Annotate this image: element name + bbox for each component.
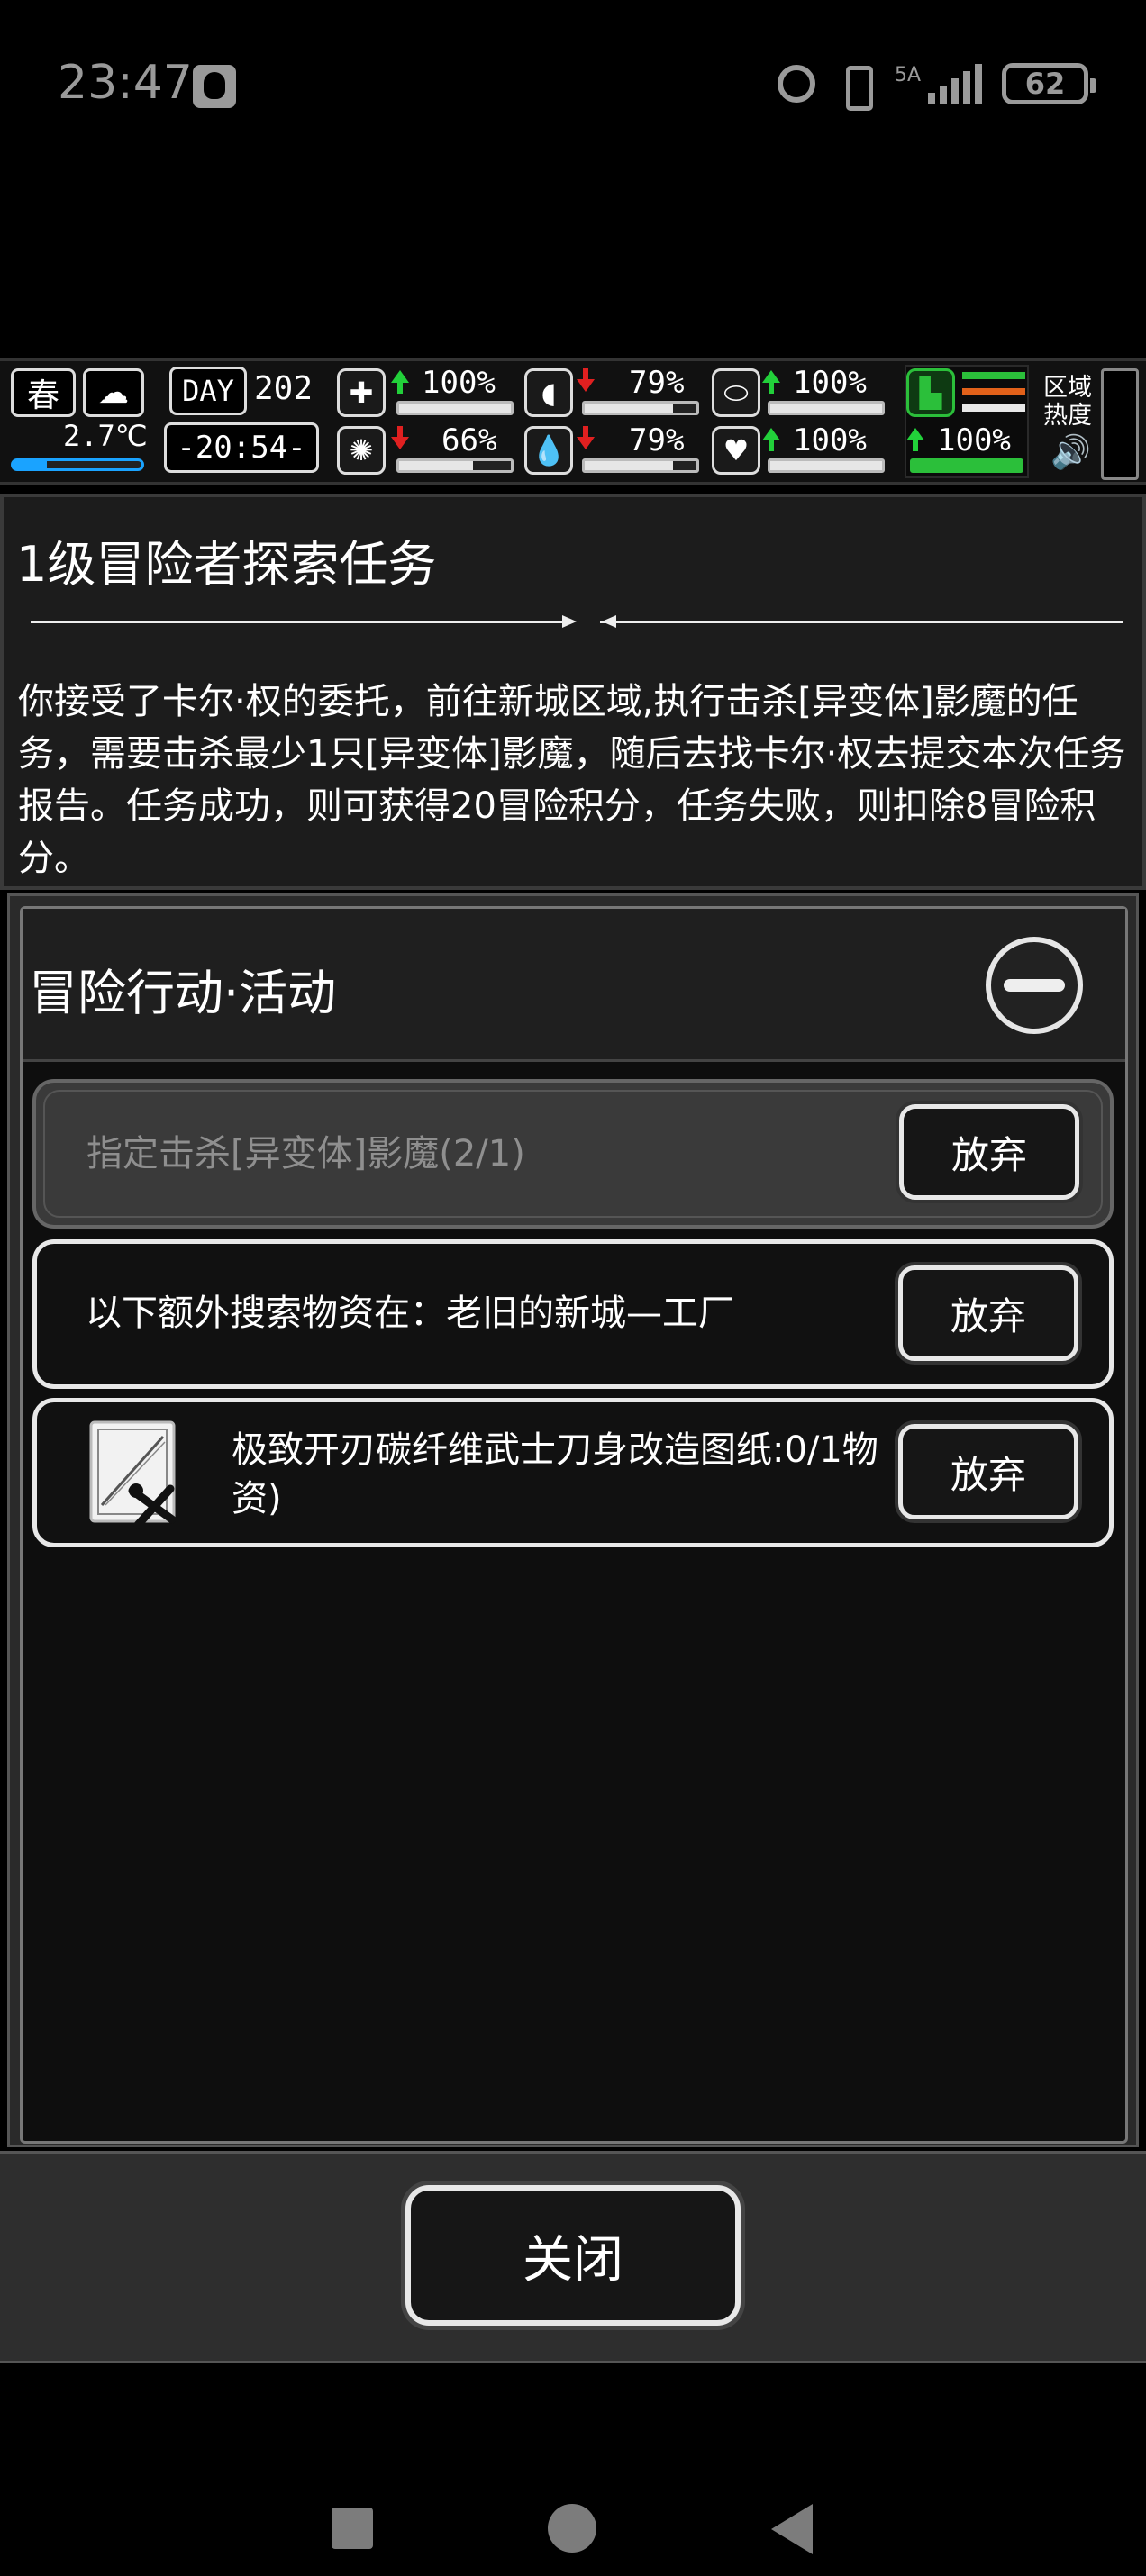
boot-icon: ▙ [906, 368, 955, 417]
task-text: 极致开刃碳纤维武士刀身改造图纸:0/1物资) [232, 1429, 878, 1519]
day-number: 202 [254, 370, 314, 407]
clock-display: -20:54- [164, 422, 319, 473]
cloud-icon: ☁ [83, 368, 144, 417]
clock-time: -20:54- [177, 430, 306, 466]
quest-title: 1级冒险者探索任务 [16, 536, 437, 593]
task-row: 极致开刃碳纤维武士刀身改造图纸:0/1物资) 放弃 [32, 1398, 1114, 1547]
mood-bar [768, 458, 885, 473]
abandon-button[interactable]: 放弃 [898, 1265, 1078, 1361]
alarm-icon [777, 65, 815, 103]
heart-icon: ♥ [712, 426, 760, 475]
collapse-button[interactable] [986, 937, 1083, 1034]
recent-apps-button[interactable] [332, 2508, 373, 2549]
quest-description: 你接受了卡尔·权的委托，前往新城区域,执行击杀[异变体]影魔的任务，需要击杀最少… [18, 681, 1126, 879]
status-time: 23:47 [58, 56, 193, 110]
trend-up-icon [762, 428, 780, 451]
speed-line-green [962, 372, 1025, 379]
abandon-button[interactable]: 放弃 [899, 1104, 1079, 1200]
stat-value: 100% [793, 422, 867, 458]
qq-notification-icon [193, 65, 236, 108]
quest-panel: 1级冒险者探索任务 你接受了卡尔·权的委托，前往新城区域,执行击杀[异变体]影魔… [0, 494, 1146, 890]
speaker-icon[interactable]: 🔊 [1050, 433, 1091, 471]
health-bar [396, 401, 514, 415]
temperature-bar [11, 458, 144, 471]
task-row: 以下额外搜索物资在：老旧的新城—工厂 放弃 [32, 1239, 1114, 1389]
vibrate-icon [835, 64, 875, 111]
stat-value: 79% [629, 422, 685, 458]
task-text: 指定击杀[异变体]影魔(2/1) [86, 1133, 525, 1175]
trend-up-icon [906, 428, 924, 451]
trend-up-icon [391, 370, 409, 394]
status-bar: 23:47 5A 62 [0, 0, 1146, 171]
status-icons: 5A 62 [777, 63, 1096, 111]
battery-level: 62 [1024, 67, 1066, 101]
brain-icon: ✺ [337, 426, 386, 475]
stat-value: 100% [937, 422, 1011, 458]
stamina-bar [768, 401, 885, 415]
trend-down-icon [391, 426, 409, 449]
first-aid-icon: ✚ [337, 368, 386, 417]
title-divider [31, 612, 1123, 630]
season-label: 春 [26, 377, 59, 414]
trend-up-icon [762, 370, 780, 394]
sanity-bar [396, 458, 514, 473]
stat-value: 100% [793, 365, 867, 401]
actions-title: 冒险行动·活动 [29, 965, 337, 1021]
stat-value: 66% [441, 422, 497, 458]
day-badge: DAY [169, 367, 247, 415]
task-text: 以下额外搜索物资在：老旧的新城—工厂 [86, 1293, 734, 1334]
battery-icon: 62 [1002, 63, 1096, 104]
movement-bar [910, 458, 1023, 473]
pill-icon: ⬭ [712, 368, 760, 417]
signal-icon [928, 64, 982, 104]
abandon-button[interactable]: 放弃 [898, 1424, 1078, 1519]
hunger-bar [582, 401, 699, 415]
network-type: 5A [894, 63, 921, 86]
task-row: 指定击杀[异变体]影魔(2/1) 放弃 [32, 1079, 1114, 1229]
blueprint-icon [89, 1420, 177, 1529]
water-drop-icon: 💧 [524, 426, 573, 475]
thirst-bar [582, 458, 699, 473]
trend-down-icon [577, 426, 595, 449]
zone-heat-meter [1101, 368, 1139, 480]
speed-line-white [962, 404, 1025, 412]
stat-value: 100% [422, 365, 496, 401]
stomach-icon: ◖ [524, 368, 573, 417]
day-label: DAY [182, 374, 234, 408]
back-button[interactable] [771, 2504, 813, 2554]
trend-down-icon [577, 368, 595, 392]
season-badge: 春 [11, 368, 76, 417]
zone-heat-label: 区域热度 [1043, 374, 1092, 430]
speed-line-orange [962, 388, 1025, 395]
temperature: 2.7℃ [63, 419, 148, 453]
close-button[interactable]: 关闭 [405, 2185, 741, 2326]
hud-bar: 春 ☁ 2.7℃ DAY 202 -20:54- ✚ 100% ✺ 66% ◖ … [0, 358, 1146, 485]
home-button[interactable] [548, 2504, 596, 2553]
stat-value: 79% [629, 365, 685, 401]
